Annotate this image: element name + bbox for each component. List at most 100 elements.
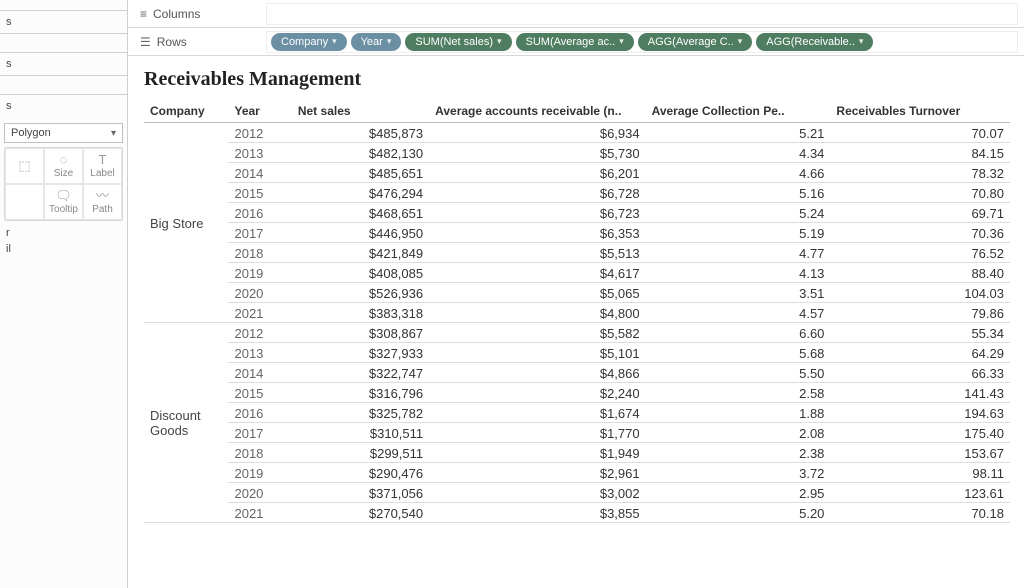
year-cell[interactable]: 2013	[228, 343, 291, 363]
viz-canvas[interactable]: Receivables Management Company Year Net …	[128, 56, 1024, 588]
turnover-cell[interactable]: 70.36	[830, 223, 1010, 243]
avg-collection-cell[interactable]: 3.51	[646, 283, 831, 303]
turnover-cell[interactable]: 153.67	[830, 443, 1010, 463]
net-sales-cell[interactable]: $290,476	[292, 463, 429, 483]
net-sales-cell[interactable]: $270,540	[292, 503, 429, 523]
net-sales-cell[interactable]: $485,873	[292, 123, 429, 143]
avg-ar-cell[interactable]: $1,949	[429, 443, 645, 463]
avg-collection-cell[interactable]: 4.13	[646, 263, 831, 283]
year-cell[interactable]: 2019	[228, 263, 291, 283]
avg-collection-cell[interactable]: 2.58	[646, 383, 831, 403]
turnover-cell[interactable]: 88.40	[830, 263, 1010, 283]
table-row[interactable]: Big Store2012$485,873$6,9345.2170.07	[144, 123, 1010, 143]
avg-ar-cell[interactable]: $2,961	[429, 463, 645, 483]
net-sales-cell[interactable]: $421,849	[292, 243, 429, 263]
avg-ar-cell[interactable]: $4,617	[429, 263, 645, 283]
turnover-cell[interactable]: 194.63	[830, 403, 1010, 423]
table-row[interactable]: 2020$526,936$5,0653.51104.03	[144, 283, 1010, 303]
company-cell[interactable]: Discount Goods	[144, 323, 228, 523]
avg-ar-cell[interactable]: $5,101	[429, 343, 645, 363]
company-cell[interactable]: Big Store	[144, 123, 228, 323]
year-cell[interactable]: 2015	[228, 183, 291, 203]
header-year[interactable]: Year	[228, 101, 291, 123]
year-cell[interactable]: 2019	[228, 463, 291, 483]
avg-collection-cell[interactable]: 4.66	[646, 163, 831, 183]
table-row[interactable]: 2013$482,130$5,7304.3484.15	[144, 143, 1010, 163]
turnover-cell[interactable]: 70.07	[830, 123, 1010, 143]
turnover-cell[interactable]: 55.34	[830, 323, 1010, 343]
marks-detail-button[interactable]	[5, 184, 44, 220]
table-row[interactable]: 2020$371,056$3,0022.95123.61	[144, 483, 1010, 503]
avg-ar-cell[interactable]: $3,855	[429, 503, 645, 523]
avg-ar-cell[interactable]: $3,002	[429, 483, 645, 503]
avg-collection-cell[interactable]: 3.72	[646, 463, 831, 483]
turnover-cell[interactable]: 98.11	[830, 463, 1010, 483]
turnover-cell[interactable]: 79.86	[830, 303, 1010, 323]
avg-ar-cell[interactable]: $1,674	[429, 403, 645, 423]
avg-ar-cell[interactable]: $6,353	[429, 223, 645, 243]
pill-sum-average-ac[interactable]: SUM(Average ac..▾	[516, 33, 634, 51]
net-sales-cell[interactable]: $476,294	[292, 183, 429, 203]
avg-ar-cell[interactable]: $5,730	[429, 143, 645, 163]
table-row[interactable]: 2016$468,651$6,7235.2469.71	[144, 203, 1010, 223]
table-row[interactable]: 2019$290,476$2,9613.7298.11	[144, 463, 1010, 483]
avg-collection-cell[interactable]: 2.95	[646, 483, 831, 503]
table-row[interactable]: 2019$408,085$4,6174.1388.40	[144, 263, 1010, 283]
avg-ar-cell[interactable]: $6,201	[429, 163, 645, 183]
year-cell[interactable]: 2021	[228, 503, 291, 523]
net-sales-cell[interactable]: $299,511	[292, 443, 429, 463]
avg-collection-cell[interactable]: 5.68	[646, 343, 831, 363]
turnover-cell[interactable]: 69.71	[830, 203, 1010, 223]
turnover-cell[interactable]: 141.43	[830, 383, 1010, 403]
turnover-cell[interactable]: 66.33	[830, 363, 1010, 383]
avg-collection-cell[interactable]: 5.21	[646, 123, 831, 143]
turnover-cell[interactable]: 76.52	[830, 243, 1010, 263]
table-row[interactable]: 2018$421,849$5,5134.7776.52	[144, 243, 1010, 263]
turnover-cell[interactable]: 175.40	[830, 423, 1010, 443]
avg-collection-cell[interactable]: 1.88	[646, 403, 831, 423]
avg-collection-cell[interactable]: 2.08	[646, 423, 831, 443]
sheet-title[interactable]: Receivables Management	[144, 68, 1016, 91]
header-avg-collection[interactable]: Average Collection Pe..	[646, 101, 831, 123]
net-sales-cell[interactable]: $325,782	[292, 403, 429, 423]
avg-ar-cell[interactable]: $5,582	[429, 323, 645, 343]
avg-ar-cell[interactable]: $5,513	[429, 243, 645, 263]
table-row[interactable]: 2018$299,511$1,9492.38153.67	[144, 443, 1010, 463]
marks-color-button[interactable]: ⬚	[5, 148, 44, 184]
net-sales-cell[interactable]: $327,933	[292, 343, 429, 363]
pill-agg-average-c[interactable]: AGG(Average C..▾	[638, 33, 753, 51]
net-sales-cell[interactable]: $316,796	[292, 383, 429, 403]
net-sales-cell[interactable]: $310,511	[292, 423, 429, 443]
net-sales-cell[interactable]: $446,950	[292, 223, 429, 243]
net-sales-cell[interactable]: $322,747	[292, 363, 429, 383]
table-row[interactable]: Discount Goods2012$308,867$5,5826.6055.3…	[144, 323, 1010, 343]
table-row[interactable]: 2013$327,933$5,1015.6864.29	[144, 343, 1010, 363]
avg-collection-cell[interactable]: 5.19	[646, 223, 831, 243]
year-cell[interactable]: 2018	[228, 243, 291, 263]
table-row[interactable]: 2015$476,294$6,7285.1670.80	[144, 183, 1010, 203]
table-row[interactable]: 2015$316,796$2,2402.58141.43	[144, 383, 1010, 403]
turnover-cell[interactable]: 70.80	[830, 183, 1010, 203]
net-sales-cell[interactable]: $526,936	[292, 283, 429, 303]
rows-drop-zone[interactable]: Company▾Year▾SUM(Net sales)▾SUM(Average …	[266, 31, 1018, 53]
year-cell[interactable]: 2015	[228, 383, 291, 403]
table-row[interactable]: 2014$485,651$6,2014.6678.32	[144, 163, 1010, 183]
header-turnover[interactable]: Receivables Turnover	[830, 101, 1010, 123]
turnover-cell[interactable]: 70.18	[830, 503, 1010, 523]
net-sales-cell[interactable]: $468,651	[292, 203, 429, 223]
year-cell[interactable]: 2016	[228, 203, 291, 223]
pill-agg-receivable[interactable]: AGG(Receivable..▾	[756, 33, 873, 51]
marks-label-button[interactable]: T Label	[83, 148, 122, 184]
year-cell[interactable]: 2017	[228, 223, 291, 243]
year-cell[interactable]: 2012	[228, 323, 291, 343]
avg-ar-cell[interactable]: $5,065	[429, 283, 645, 303]
net-sales-cell[interactable]: $408,085	[292, 263, 429, 283]
avg-collection-cell[interactable]: 6.60	[646, 323, 831, 343]
marks-size-button[interactable]: ◌ Size	[44, 148, 83, 184]
avg-ar-cell[interactable]: $2,240	[429, 383, 645, 403]
table-row[interactable]: 2017$446,950$6,3535.1970.36	[144, 223, 1010, 243]
avg-ar-cell[interactable]: $6,934	[429, 123, 645, 143]
year-cell[interactable]: 2014	[228, 363, 291, 383]
avg-collection-cell[interactable]: 5.50	[646, 363, 831, 383]
pill-year[interactable]: Year▾	[351, 33, 402, 51]
